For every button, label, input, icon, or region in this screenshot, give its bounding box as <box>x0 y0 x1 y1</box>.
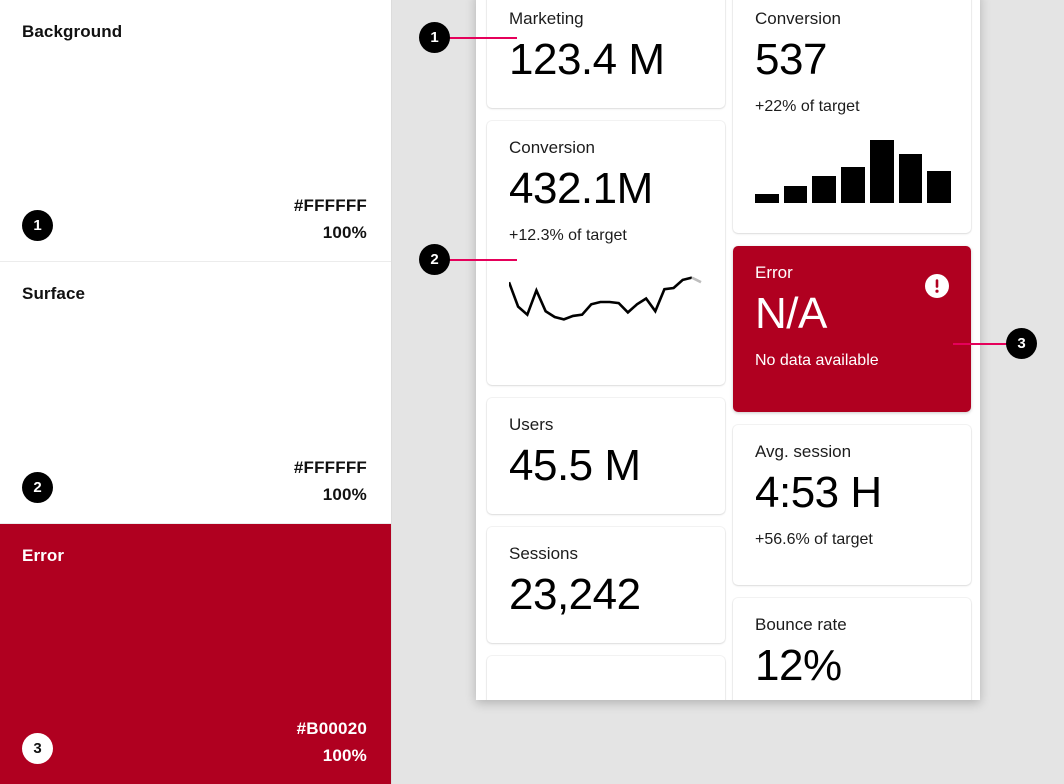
error-exclamation-svg <box>925 274 949 298</box>
metric-value: N/A <box>755 287 951 341</box>
metric-card-marketing[interactable]: Marketing 123.4 M <box>487 0 725 108</box>
spec-badge-2: 2 <box>22 472 53 503</box>
bar-2 <box>784 186 808 203</box>
bar-chart <box>755 131 951 203</box>
callout-leader-line <box>447 259 517 261</box>
spec-hex-value: #FFFFFF <box>294 457 367 478</box>
spec-hex-value: #FFFFFF <box>294 195 367 216</box>
bar-7 <box>927 171 951 203</box>
spec-values: #FFFFFF 100% <box>294 195 367 243</box>
bar-1 <box>755 194 779 203</box>
metric-value: 432.1M <box>509 162 705 216</box>
metric-card-conversion[interactable]: Conversion 432.1M +12.3% of target <box>487 121 725 385</box>
spec-badge-3: 3 <box>22 733 53 764</box>
spec-row-name: Error <box>22 546 367 566</box>
spec-opacity-value: 100% <box>323 484 367 505</box>
sparkline-svg <box>509 262 705 328</box>
metric-value: 4:53 H <box>755 466 951 520</box>
metric-value: 12% <box>755 639 951 693</box>
spec-row-name: Background <box>22 22 367 42</box>
spec-row-background: Background 1 #FFFFFF 100% <box>0 0 391 262</box>
callout-badge: 2 <box>419 244 450 275</box>
metric-label: Error <box>755 262 951 283</box>
spec-row-footer: 1 #FFFFFF 100% <box>22 195 367 243</box>
metric-subtext: +12.3% of target <box>509 226 705 246</box>
dashboard-sheet: Marketing 123.4 M Conversion 432.1M +12.… <box>476 0 980 700</box>
spec-values: #B00020 100% <box>297 718 367 766</box>
screen: Background 1 #FFFFFF 100% Surface 2 #FFF… <box>0 0 1064 784</box>
callout-badge: 3 <box>1006 328 1037 359</box>
metric-label: Conversion <box>509 137 705 158</box>
bar-5 <box>870 140 894 203</box>
spec-row-name: Surface <box>22 284 367 304</box>
metric-card-partial-bottom[interactable] <box>487 656 725 700</box>
spec-row-surface: Surface 2 #FFFFFF 100% <box>0 262 391 524</box>
metric-label: Bounce rate <box>755 614 951 635</box>
metric-value: 123.4 M <box>509 33 705 87</box>
spec-opacity-value: 100% <box>323 745 367 766</box>
metric-value: 23,242 <box>509 568 705 622</box>
callout-leader-line <box>447 37 517 39</box>
spec-opacity-value: 100% <box>323 222 367 243</box>
metric-card-users[interactable]: Users 45.5 M <box>487 398 725 514</box>
spec-values: #FFFFFF 100% <box>294 457 367 505</box>
metric-subtext: +22% of target <box>755 97 951 117</box>
spec-row-footer: 3 #B00020 100% <box>22 718 367 766</box>
color-spec-panel: Background 1 #FFFFFF 100% Surface 2 #FFF… <box>0 0 392 784</box>
metric-label: Marketing <box>509 8 705 29</box>
spec-row-error: Error 3 #B00020 100% <box>0 524 391 784</box>
metric-label: Sessions <box>509 543 705 564</box>
dashboard-column-left: Marketing 123.4 M Conversion 432.1M +12.… <box>487 0 725 700</box>
spec-badge-1: 1 <box>22 210 53 241</box>
metric-subtext: +56.6% of target <box>755 530 951 550</box>
sparkline-chart <box>509 262 705 328</box>
metric-label: Avg. session <box>755 441 951 462</box>
metric-subtext: No data available <box>755 351 951 371</box>
metric-card-bounce-rate[interactable]: Bounce rate 12% <box>733 598 971 700</box>
metric-card-conversion-bars[interactable]: Conversion 537 +22% of target <box>733 0 971 233</box>
bar-3 <box>812 176 836 203</box>
metric-card-error[interactable]: Error N/A No data available <box>733 246 971 412</box>
metric-value: 45.5 M <box>509 439 705 493</box>
metric-card-sessions[interactable]: Sessions 23,242 <box>487 527 725 643</box>
bar-6 <box>899 154 923 203</box>
metric-value: 537 <box>755 33 951 87</box>
dashboard-column-right: Conversion 537 +22% of target Error N/A … <box>733 0 971 700</box>
metric-label: Conversion <box>755 8 951 29</box>
spec-hex-value: #B00020 <box>297 718 367 739</box>
callout-badge: 1 <box>419 22 450 53</box>
error-exclamation-icon <box>925 274 949 298</box>
bar-4 <box>841 167 865 203</box>
metric-card-avg-session[interactable]: Avg. session 4:53 H +56.6% of target <box>733 425 971 585</box>
spec-row-footer: 2 #FFFFFF 100% <box>22 457 367 505</box>
metric-label: Users <box>509 414 705 435</box>
